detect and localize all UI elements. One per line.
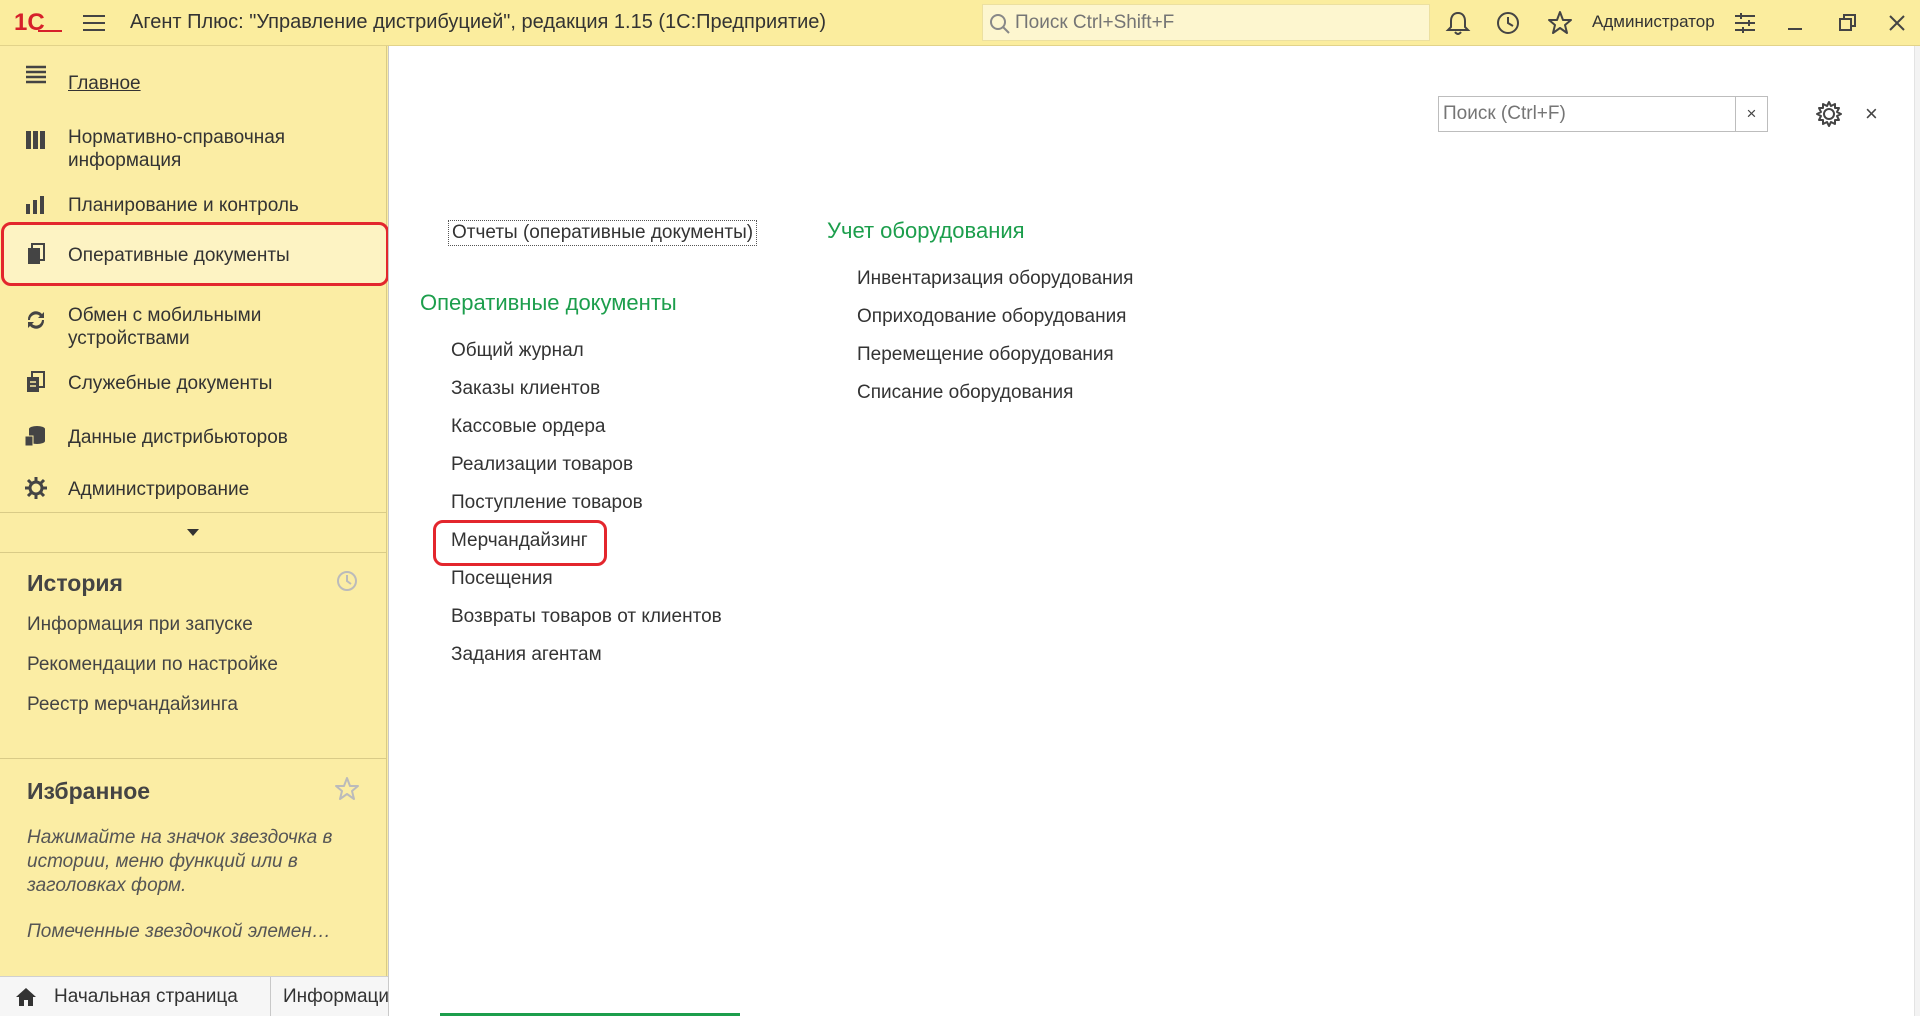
tab-label: Начальная страница (54, 986, 238, 1007)
sidebar-item-operational-docs[interactable]: Оперативные документы (0, 232, 387, 276)
history-item[interactable]: Информация при запуске (27, 614, 253, 636)
sidebar-item-label[interactable]: Данные дистрибьюторов (68, 426, 288, 449)
doc-link-customer-orders[interactable]: Заказы клиентов (451, 378, 600, 400)
sidebar-item-service-docs[interactable]: Служебные документы (0, 362, 387, 402)
panel-scrollbar[interactable] (1914, 46, 1920, 1016)
minimize-icon[interactable] (1782, 10, 1808, 36)
panel-search-input[interactable] (1443, 99, 1729, 129)
doc-link-sales[interactable]: Реализации товаров (451, 454, 633, 476)
history-item[interactable]: Рекомендации по настройке (27, 654, 278, 676)
tab-info[interactable]: Информаци (270, 977, 388, 1016)
user-name[interactable]: Администратор (1592, 12, 1715, 32)
sidebar-item-label[interactable]: Служебные документы (68, 372, 272, 395)
reports-link[interactable]: Отчеты (оперативные документы) (448, 220, 758, 246)
list-icon (26, 65, 46, 84)
settings-menu-icon[interactable] (1732, 10, 1758, 36)
section-divider (0, 758, 387, 759)
distributor-icon (24, 426, 45, 447)
sidebar-item-label[interactable]: Оперативные документы (68, 244, 290, 267)
doc-link-equipment-writeoff[interactable]: Списание оборудования (857, 382, 1073, 404)
panel-search[interactable]: × (1438, 96, 1768, 132)
history-title: История (27, 570, 123, 596)
star-icon[interactable] (334, 776, 360, 802)
sidebar-item-label[interactable]: Планирование и контроль (68, 194, 299, 217)
sidebar-item-administration[interactable]: Администрирование (0, 468, 387, 508)
home-icon (16, 988, 36, 1006)
sidebar-item-main[interactable]: Главное (0, 56, 387, 96)
nav-divider (0, 512, 387, 513)
section-panel: × × Отчеты (оперативные документы) Опера… (388, 46, 1920, 1016)
section-divider (0, 552, 387, 553)
doc-link-cash-orders[interactable]: Кассовые ордера (451, 416, 606, 438)
tab-label: Информаци (283, 986, 388, 1007)
catalog-icon (26, 131, 45, 149)
bell-icon[interactable] (1444, 9, 1472, 37)
app-title: Агент Плюс: "Управление дистрибуцией", р… (130, 11, 827, 33)
close-panel-button[interactable]: × (1865, 101, 1878, 127)
chart-icon (26, 196, 44, 214)
tab-home-page[interactable]: Начальная страница (0, 977, 270, 1016)
search-icon (990, 14, 1010, 34)
sidebar-item-label[interactable]: Нормативно-справочная информация (68, 126, 368, 172)
history-icon[interactable] (334, 568, 360, 594)
global-search-input[interactable] (1015, 7, 1415, 38)
doc-link-visits[interactable]: Посещения (451, 568, 553, 590)
clear-search-button[interactable]: × (1735, 97, 1767, 131)
doc-link-customer-returns[interactable]: Возвраты товаров от клиентов (451, 606, 722, 628)
1c-logo[interactable]: 1С (14, 8, 64, 36)
documents-icon (28, 243, 45, 264)
doc-link-general-journal[interactable]: Общий журнал (451, 340, 584, 362)
sidebar-item-distributors[interactable]: Данные дистрибьюторов (0, 416, 387, 456)
sidebar-item-mobile-exchange[interactable]: Обмен с мобильными устройствами (0, 292, 387, 350)
gear-icon[interactable] (1815, 100, 1843, 128)
doc-link-merchandising[interactable]: Мерчандайзинг (451, 530, 588, 552)
history-item[interactable]: Реестр мерчандайзинга (27, 694, 238, 716)
sidebar-item-label[interactable]: Главное (68, 72, 141, 95)
expand-more-icon[interactable] (184, 526, 202, 538)
sidebar-item-reference[interactable]: Нормативно-справочная информация (0, 114, 387, 172)
group-title-operational-docs: Оперативные документы (420, 290, 677, 315)
doc-link-agent-tasks[interactable]: Задания агентам (451, 644, 602, 666)
history-icon[interactable] (1494, 9, 1522, 37)
title-bar: 1С Агент Плюс: "Управление дистрибуцией"… (0, 0, 1920, 46)
doc-link-equipment-receipt[interactable]: Оприходование оборудования (857, 306, 1126, 328)
main-menu-icon[interactable] (80, 10, 108, 36)
close-window-icon[interactable] (1884, 10, 1910, 36)
group-title-equipment: Учет оборудования (827, 218, 1025, 243)
sidebar-item-label[interactable]: Администрирование (68, 478, 249, 501)
doc-link-receipts[interactable]: Поступление товаров (451, 492, 643, 514)
star-icon[interactable] (1546, 9, 1574, 37)
sidebar-item-label[interactable]: Обмен с мобильными устройствами (68, 304, 368, 350)
global-search[interactable] (982, 4, 1430, 41)
favorites-hint-more: Помеченные звездочкой элемен… (27, 921, 331, 942)
favorites-title: Избранное (27, 778, 151, 804)
restore-icon[interactable] (1834, 10, 1860, 36)
sidebar: Главное Нормативно-справочная информация… (0, 46, 389, 976)
sidebar-item-planning[interactable]: Планирование и контроль (0, 184, 387, 224)
gear-icon (25, 477, 47, 499)
sync-icon (27, 311, 45, 329)
service-docs-icon (27, 371, 45, 392)
doc-link-equipment-inventory[interactable]: Инвентаризация оборудования (857, 268, 1133, 290)
favorites-hint: Нажимайте на значок звездочка в истории,… (27, 827, 333, 896)
doc-link-equipment-transfer[interactable]: Перемещение оборудования (857, 344, 1114, 366)
